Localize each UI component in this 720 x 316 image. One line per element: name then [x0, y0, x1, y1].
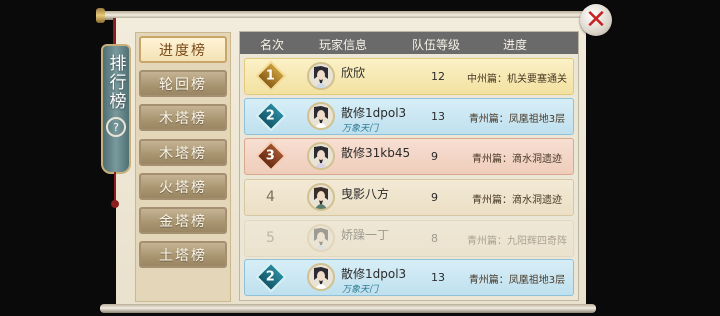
player-name: 曳影八方	[341, 187, 390, 201]
avatar[interactable]	[307, 62, 335, 90]
banner-string	[113, 18, 116, 46]
tab-metal-tower[interactable]: 金塔榜	[139, 207, 227, 234]
close-icon: ✕	[585, 5, 607, 35]
banner-title: 排行榜	[105, 54, 126, 111]
team-level: 9	[431, 150, 438, 163]
self-rank-row[interactable]: 2 散修1dpol3 万象天门 13 青州篇：凤凰祖地3层	[244, 259, 574, 296]
table-row[interactable]: 3 散修31kb45 9 青州篇：滴水洞遗迹	[244, 138, 574, 175]
avatar[interactable]	[307, 224, 335, 252]
player-title-tag: 万象天门	[342, 124, 379, 134]
header-player: 玩家信息	[319, 38, 368, 52]
progress-text: 青州篇：九阳辉四奇阵	[467, 236, 567, 247]
tab-reincarnation[interactable]: 轮回榜	[139, 70, 227, 97]
avatar-portrait-icon	[314, 106, 328, 128]
rank-value: 1	[266, 68, 276, 84]
progress-text: 青州篇：凤凰祖地3层	[468, 275, 566, 286]
rank-badge-silver: 2	[255, 261, 287, 293]
player-name: 欣欣	[341, 66, 366, 80]
avatar-portrait-icon	[314, 228, 328, 250]
rank-number: 5	[266, 230, 275, 246]
tab-progress[interactable]: 进度榜	[139, 36, 227, 63]
rank-badge-silver: 2	[255, 100, 287, 132]
avatar-portrait-icon	[314, 267, 328, 289]
banner-tassel-knot	[111, 200, 119, 208]
table-header: 名次 玩家信息 队伍等级 进度	[240, 32, 578, 54]
avatar[interactable]	[307, 102, 335, 130]
avatar-portrait-icon	[314, 66, 328, 88]
rank-number: 4	[266, 189, 275, 205]
header-rank: 名次	[260, 38, 285, 52]
progress-text: 青州篇：凤凰祖地3层	[468, 114, 566, 125]
avatar[interactable]	[307, 263, 335, 291]
avatar-portrait-icon	[314, 146, 328, 168]
team-level: 13	[431, 271, 445, 284]
tab-wood-tower-1[interactable]: 木塔榜	[139, 104, 227, 131]
table-row[interactable]: 5 娇躁一丁 8 青州篇：九阳辉四奇阵	[244, 220, 574, 257]
help-icon[interactable]: ?	[106, 117, 126, 137]
close-button[interactable]: ✕	[580, 4, 612, 36]
progress-text: 中州篇：机关要塞通关	[467, 74, 567, 85]
tab-fire-tower[interactable]: 火塔榜	[139, 173, 227, 200]
table-row[interactable]: 4 曳影八方 9 青州篇：滴水洞遗迹	[244, 179, 574, 216]
ranking-tabs: 进度榜 轮回榜 木塔榜 木塔榜 火塔榜 金塔榜 土塔榜	[135, 32, 231, 302]
rank-value: 2	[266, 269, 276, 285]
rank-value: 2	[266, 108, 276, 124]
team-level: 12	[431, 70, 445, 83]
player-name: 散修1dpol3	[341, 106, 407, 120]
table-row[interactable]: 1 欣欣 12 中州篇：机关要塞通关	[244, 58, 574, 95]
team-level: 9	[431, 191, 438, 204]
header-progress: 进度	[503, 38, 528, 52]
table-row[interactable]: 2 散修1dpol3 万象天门 13 青州篇：凤凰祖地3层	[244, 98, 574, 135]
scroll-rod-bottom	[100, 304, 596, 313]
progress-text: 青州篇：滴水洞遗迹	[472, 154, 562, 165]
avatar[interactable]	[307, 142, 335, 170]
progress-text: 青州篇：滴水洞遗迹	[472, 195, 562, 206]
avatar[interactable]	[307, 183, 335, 211]
avatar-portrait-icon	[314, 187, 328, 209]
banner-tassel	[114, 172, 116, 202]
tab-wood-tower-2[interactable]: 木塔榜	[139, 139, 227, 166]
team-level: 13	[431, 110, 445, 123]
ranking-table: 名次 玩家信息 队伍等级 进度 1 欣欣 12 中州篇：机关要塞通关 2 散修1…	[239, 31, 579, 301]
leaderboard-banner: 排行榜 ?	[101, 44, 131, 174]
tab-earth-tower[interactable]: 土塔榜	[139, 241, 227, 268]
player-name: 散修1dpol3	[341, 267, 407, 281]
player-name: 散修31kb45	[341, 146, 411, 160]
header-level: 队伍等级	[412, 38, 461, 52]
rank-value: 3	[266, 148, 276, 164]
player-title-tag: 万象天门	[342, 285, 379, 295]
rank-badge-gold: 1	[255, 60, 287, 92]
player-name: 娇躁一丁	[341, 228, 390, 242]
team-level: 8	[431, 232, 438, 245]
rank-badge-bronze: 3	[255, 140, 287, 172]
